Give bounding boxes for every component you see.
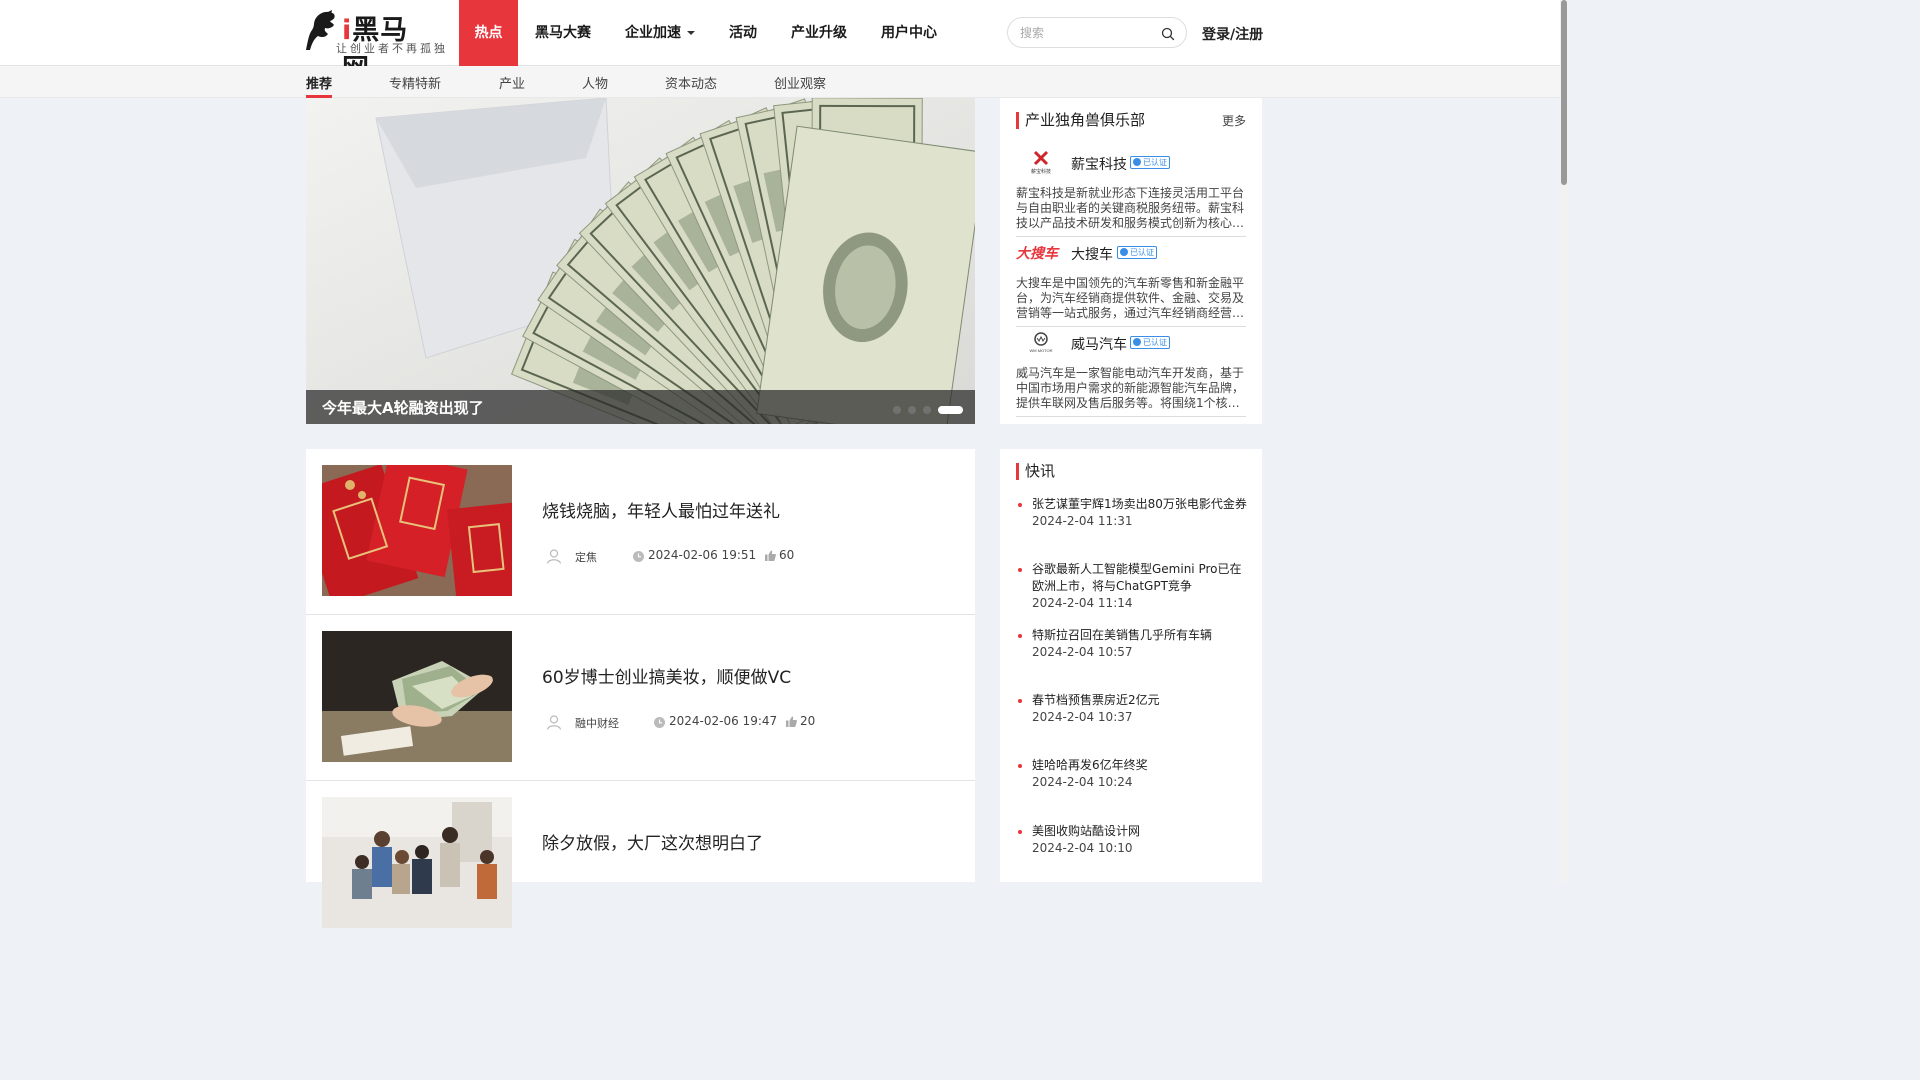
banner-title[interactable]: 今年最大A轮融资出现了 (322, 397, 484, 418)
flash-news-card: 快讯 张艺谋董宇辉1场卖出80万张电影代金券 2024-2-04 11:31 谷… (1000, 449, 1262, 882)
company-logo: 薪宝科技 (1020, 150, 1062, 176)
flash-text[interactable]: 谷歌最新人工智能模型Gemini Pro已在欧洲上市，将与ChatGPT竞争 (1032, 561, 1248, 595)
flash-time: 2024-2-04 11:14 (1032, 596, 1133, 610)
scrollbar-thumb[interactable] (1561, 0, 1567, 185)
hero-carousel[interactable]: 今年最大A轮融资出现了 (306, 98, 975, 424)
company-description: 威马汽车是一家智能电动汽车开发商，基于中国市场用户需求的新能源智能汽车品牌，提供… (1016, 366, 1245, 410)
horse-logo-icon (306, 10, 335, 50)
article-author[interactable]: 定焦 (575, 549, 597, 565)
clock-icon (654, 717, 665, 728)
clock-icon (633, 551, 644, 562)
flash-time: 2024-2-04 10:10 (1032, 841, 1133, 855)
login-register-link[interactable]: 登录/注册 (1202, 24, 1263, 44)
company-name[interactable]: 大搜车 (1071, 244, 1113, 264)
search-input[interactable] (1020, 24, 1150, 42)
article-item[interactable]: 除夕放假，大厂这次想明白了 (306, 781, 975, 947)
bullet-icon (1018, 764, 1022, 768)
nav-item-events[interactable]: 活动 (712, 0, 774, 66)
chevron-down-icon (687, 31, 695, 35)
logo-slogan: 让创业者不再孤独 (336, 42, 448, 55)
top-header: i黑马网 让创业者不再孤独 热点 黑马大赛 企业加速 活动 产业升级 用户中心 … (0, 0, 1568, 85)
search-icon[interactable] (1161, 27, 1175, 41)
flash-time: 2024-2-04 10:24 (1032, 775, 1133, 789)
bullet-icon (1018, 699, 1022, 703)
article-author[interactable]: 融中财经 (575, 715, 619, 731)
flash-time: 2024-2-04 11:31 (1032, 514, 1133, 528)
nav-item-label: 企业加速 (625, 25, 681, 41)
flash-time: 2024-2-04 10:57 (1032, 645, 1133, 659)
verified-badge: 已认证 (1130, 336, 1170, 349)
flash-time: 2024-2-04 10:37 (1032, 710, 1133, 724)
user-icon (546, 549, 562, 564)
verified-badge: 已认证 (1117, 246, 1157, 259)
company-description: 大搜车是中国领先的汽车新零售和新金融平台，为汽车经销商提供软件、金融、交易及营销… (1016, 276, 1245, 320)
carousel-dot[interactable] (923, 406, 931, 414)
nav-item-user-center[interactable]: 用户中心 (864, 0, 954, 66)
card-heading: 产业独角兽俱乐部 (1016, 112, 1145, 129)
article-item[interactable]: 60岁博士创业搞美妆，顺便做VC 融中财经 2024-02-06 19:47 2… (306, 615, 975, 781)
bullet-icon (1018, 568, 1022, 572)
company-logo: 大搜车 (1016, 246, 1058, 262)
article-title[interactable]: 除夕放假，大厂这次想明白了 (542, 829, 763, 854)
tab-people[interactable]: 人物 (582, 73, 608, 92)
article-likes: 60 (779, 548, 795, 562)
article-likes: 20 (800, 714, 816, 728)
tab-recommend[interactable]: 推荐 (306, 73, 332, 92)
article-item[interactable]: 烧钱烧脑，年轻人最怕过年送礼 定焦 2024-02-06 19:51 60 (306, 449, 975, 615)
page-scrollbar[interactable] (1560, 0, 1568, 882)
nav-item-industry-upgrade[interactable]: 产业升级 (774, 0, 864, 66)
carousel-dots (893, 406, 963, 414)
thumbs-up-icon[interactable] (765, 550, 776, 561)
flash-text[interactable]: 春节档预售票房近2亿元 (1032, 692, 1248, 709)
svg-text:WM MOTOR: WM MOTOR (1029, 348, 1052, 353)
company-description: 薪宝科技是新就业形态下连接灵活用工平台与自由职业者的关键商税服务纽带。薪宝科技以… (1016, 186, 1245, 230)
main-nav: 热点 黑马大赛 企业加速 活动 产业升级 用户中心 (459, 0, 954, 66)
tab-specialized[interactable]: 专精特新 (389, 73, 441, 92)
banner-caption-bar: 今年最大A轮融资出现了 (306, 390, 975, 424)
flash-text[interactable]: 特斯拉召回在美销售几乎所有车辆 (1032, 627, 1248, 644)
svg-text:薪宝科技: 薪宝科技 (1031, 168, 1051, 175)
thumbs-up-icon[interactable] (786, 716, 797, 727)
verified-badge: 已认证 (1130, 156, 1170, 169)
flash-text[interactable]: 张艺谋董宇辉1场卖出80万张电影代金券 (1032, 496, 1248, 513)
divider (1016, 416, 1246, 417)
search-box (1007, 17, 1187, 48)
banner-image (306, 98, 975, 424)
carousel-dot-active[interactable] (938, 406, 963, 414)
article-list: 烧钱烧脑，年轻人最怕过年送礼 定焦 2024-02-06 19:51 60 60… (306, 449, 975, 928)
flash-text[interactable]: 娃哈哈再发6亿年终奖 (1032, 757, 1248, 774)
carousel-dot[interactable] (908, 406, 916, 414)
divider (1016, 326, 1246, 327)
company-logo: WM MOTOR (1020, 330, 1062, 356)
nav-item-contest[interactable]: 黑马大赛 (518, 0, 608, 66)
site-logo[interactable]: i黑马网 让创业者不再孤独 (306, 8, 445, 85)
company-name[interactable]: 薪宝科技 (1071, 154, 1127, 174)
article-thumbnail[interactable] (322, 797, 512, 928)
article-date: 2024-02-06 19:47 (669, 714, 778, 728)
flash-text[interactable]: 美图收购站酷设计网 (1032, 823, 1248, 840)
company-name[interactable]: 威马汽车 (1071, 334, 1127, 354)
nav-item-accelerate[interactable]: 企业加速 (608, 0, 712, 66)
article-title[interactable]: 烧钱烧脑，年轻人最怕过年送礼 (542, 497, 780, 522)
category-tabs: 推荐 专精特新 产业 人物 资本动态 创业观察 (0, 66, 1560, 98)
tab-industry[interactable]: 产业 (499, 73, 525, 92)
bullet-icon (1018, 634, 1022, 638)
carousel-dot[interactable] (893, 406, 901, 414)
unicorn-club-card: 产业独角兽俱乐部 更多 薪宝科技 薪宝科技 已认证 薪宝科技是新就业形态下连接灵… (1000, 98, 1262, 424)
bullet-icon (1018, 503, 1022, 507)
tab-startup-watch[interactable]: 创业观察 (774, 73, 826, 92)
card-heading: 快讯 (1016, 463, 1055, 480)
divider (1016, 236, 1246, 237)
nav-item-hot[interactable]: 热点 (459, 0, 518, 66)
article-title[interactable]: 60岁博士创业搞美妆，顺便做VC (542, 663, 791, 688)
article-thumbnail[interactable] (322, 465, 512, 596)
user-icon (546, 715, 562, 730)
tab-capital[interactable]: 资本动态 (665, 73, 717, 92)
more-link[interactable]: 更多 (1222, 112, 1246, 129)
bullet-icon (1018, 830, 1022, 834)
article-thumbnail[interactable] (322, 631, 512, 762)
article-date: 2024-02-06 19:51 (648, 548, 757, 562)
